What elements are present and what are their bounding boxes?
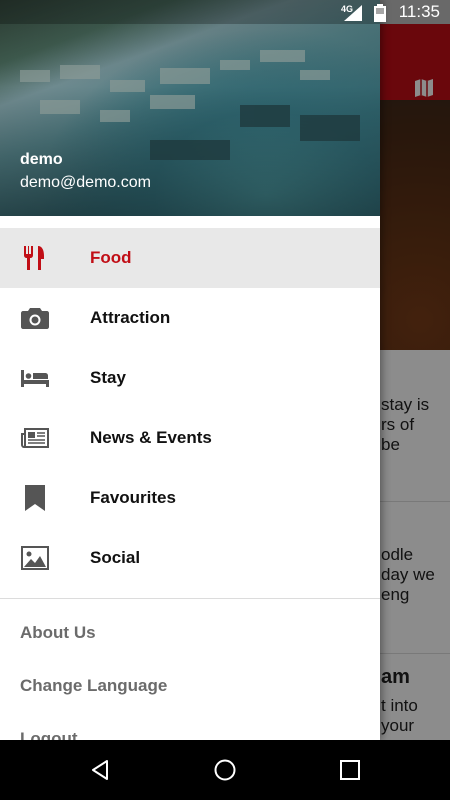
signal-icon <box>344 5 362 21</box>
fork-knife-icon <box>24 246 44 270</box>
menu-item-label: Favourites <box>90 488 176 507</box>
clock: 11:35 <box>398 2 440 21</box>
header-background-image <box>20 50 360 160</box>
back-icon[interactable] <box>88 758 112 782</box>
menu-item-change-language[interactable]: Change Language <box>0 659 380 712</box>
image-icon <box>21 546 49 570</box>
drawer-secondary-menu: About Us Change Language Logout <box>0 606 380 741</box>
camera-icon <box>21 308 49 329</box>
menu-item-attraction[interactable]: Attraction <box>0 288 380 348</box>
recents-icon[interactable] <box>338 758 362 782</box>
drawer-header: demo demo@demo.com <box>0 0 380 216</box>
menu-item-food[interactable]: Food <box>0 228 380 288</box>
menu-item-favourites[interactable]: Favourites <box>0 468 380 528</box>
menu-item-about-us[interactable]: About Us <box>0 606 380 659</box>
menu-item-news-events[interactable]: News & Events <box>0 408 380 468</box>
system-nav-bar <box>0 740 450 800</box>
newspaper-icon <box>21 428 49 448</box>
battery-icon <box>374 4 386 22</box>
user-name: demo <box>20 151 63 168</box>
home-icon[interactable] <box>213 758 237 782</box>
menu-item-social[interactable]: Social <box>0 528 380 588</box>
drawer-menu: Food Attraction Stay News & Events Favou… <box>0 228 380 588</box>
menu-item-label: Social <box>90 548 141 567</box>
bookmark-icon <box>25 485 45 511</box>
user-email: demo@demo.com <box>20 174 151 191</box>
navigation-drawer: demo demo@demo.com Food Attraction Stay … <box>0 0 380 740</box>
menu-item-logout[interactable]: Logout <box>0 712 380 741</box>
menu-item-label: Stay <box>90 368 126 387</box>
bed-icon <box>21 370 49 387</box>
status-bar: 4G 11:35 <box>0 0 450 24</box>
menu-item-stay[interactable]: Stay <box>0 348 380 408</box>
menu-item-label: Attraction <box>90 308 171 327</box>
menu-item-label: Food <box>90 248 132 267</box>
menu-item-label: News & Events <box>90 428 212 447</box>
drawer-divider <box>0 598 380 599</box>
